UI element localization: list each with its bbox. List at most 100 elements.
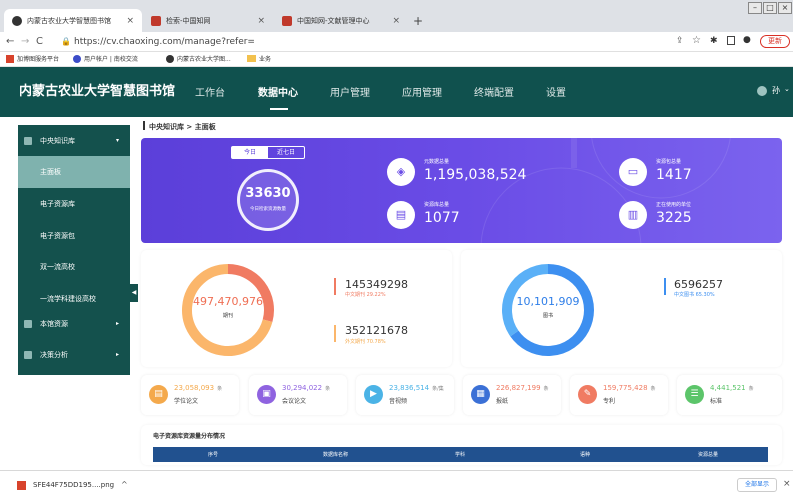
toggle-today[interactable]: 今日	[232, 147, 268, 158]
stat-card-patent[interactable]: ✎ 159,775,428 条 专利	[570, 375, 668, 415]
chevron-up-icon[interactable]: ^	[121, 480, 128, 489]
sidebar-group-decision-analysis[interactable]: 决策分析	[18, 339, 130, 371]
back-icon[interactable]: ←	[6, 36, 14, 47]
sidebar-group-local-resources[interactable]: 本馆资源	[18, 308, 130, 340]
nav-settings[interactable]: 设置	[546, 84, 566, 99]
sidebar-item-double-first-class[interactable]: 双一流高校	[18, 251, 130, 283]
profile-icon[interactable]: ●	[743, 35, 751, 45]
url-input[interactable]: https://cv.chaoxing.com/manage?refer=	[74, 35, 514, 49]
chrome-favicon-icon	[12, 15, 22, 26]
sidepanel-icon[interactable]	[727, 36, 735, 45]
close-tab-icon[interactable]: ×	[257, 16, 265, 26]
nav-app-management[interactable]: 应用管理	[402, 84, 442, 99]
donut-center-value: 10,101,909	[516, 295, 580, 308]
nav-workbench[interactable]: 工作台	[195, 84, 225, 99]
stat-card-conference[interactable]: ▣ 30,294,022 条 会议论文	[249, 375, 347, 415]
lock-icon[interactable]: 🔒	[61, 37, 71, 46]
browser-tab-active[interactable]: 内蒙古农业大学智慧图书馆 ×	[4, 9, 142, 32]
column-header[interactable]: 序号	[208, 451, 218, 458]
bookmark-item[interactable]: 加博图服务平台	[17, 52, 59, 67]
column-header[interactable]: 数据库名称	[323, 451, 348, 458]
stat-unit: 条/集	[432, 386, 444, 392]
cnki-favicon-icon	[151, 15, 161, 26]
metric-label: 资源库总量	[424, 202, 450, 208]
sidebar-collapse-toggle[interactable]: ◀	[130, 284, 138, 302]
stat-card-newspaper[interactable]: ▦ 226,827,199 条 报纸	[463, 375, 561, 415]
stat-label: 标准	[710, 398, 723, 405]
slice-percent: 中文期刊 29.22%	[345, 292, 386, 298]
bookmark-favicon-icon	[166, 55, 174, 63]
legend-bar	[664, 278, 666, 295]
metric-label: 正在使用的单位	[656, 202, 692, 208]
date-toggle: 今日 近七日	[231, 146, 305, 159]
stat-value: 23,058,093	[174, 384, 215, 392]
stat-card-standard[interactable]: ☰ 4,441,521 条 标准	[677, 375, 782, 415]
column-header[interactable]: 学科	[455, 451, 465, 458]
maximize-icon[interactable]: □	[763, 2, 777, 14]
bookmark-item[interactable]: 业务	[259, 52, 271, 67]
sidebar-item-e-resource-db[interactable]: 电子资源库	[18, 188, 130, 220]
nav-data-center[interactable]: 数据中心	[258, 84, 298, 99]
bookmark-item[interactable]: 用户帐户 | 南校交流	[84, 52, 138, 67]
donut-center-label: 图书	[542, 313, 553, 319]
forward-icon[interactable]: →	[21, 36, 29, 47]
nav-terminal-config[interactable]: 终端配置	[474, 84, 514, 99]
cnki-favicon-icon	[282, 15, 292, 26]
stat-label: 专利	[603, 398, 616, 405]
stat-card-thesis[interactable]: ▤ 23,058,093 条 学位论文	[141, 375, 239, 415]
sidebar-group-label: 本馆资源	[40, 320, 68, 328]
metric-value: 1077	[424, 210, 460, 226]
sidebar-group-central-kb[interactable]: 中央知识库	[18, 125, 130, 157]
slice-value: 352121678	[345, 324, 408, 337]
caret-right-icon[interactable]: ▸	[116, 320, 119, 327]
nav-user-management[interactable]: 用户管理	[330, 84, 370, 99]
app-title[interactable]: 内蒙古农业大学智慧图书馆	[19, 80, 175, 99]
extensions-icon[interactable]: ✱	[710, 36, 718, 46]
download-filename[interactable]: SFE44F75DD195....png	[33, 481, 114, 489]
bookmark-item[interactable]: 内蒙古农业大学图...	[177, 52, 231, 67]
show-all-button[interactable]: 全部显示	[737, 478, 777, 492]
slice-percent: 外文期刊 70.78%	[345, 339, 386, 345]
sidebar-item-main-panel[interactable]: 主面板	[18, 156, 130, 188]
today-count-label: 今日检索资源数量	[250, 207, 286, 212]
stat-unit: 条	[748, 386, 754, 392]
conference-icon: ▣	[257, 385, 276, 404]
update-button[interactable]: 更新	[760, 35, 790, 48]
toggle-last7days[interactable]: 近七日	[268, 147, 304, 158]
close-download-bar-icon[interactable]: ×	[783, 479, 791, 489]
patent-icon: ✎	[578, 385, 597, 404]
share-icon[interactable]: ⇪	[676, 36, 684, 46]
stat-label: 报纸	[496, 398, 509, 405]
slice-percent: 中文图书 65.30%	[674, 292, 715, 298]
avatar[interactable]	[757, 86, 767, 96]
browser-tab[interactable]: 检索-中国知网 ×	[143, 9, 273, 32]
caret-down-icon[interactable]: ▾	[116, 137, 119, 144]
newspaper-icon: ▦	[471, 385, 490, 404]
folder-icon	[247, 55, 256, 62]
table-header: 序号 数据库名称 学科 语种 资源总量	[153, 447, 768, 462]
sidebar-item-e-resource-pack[interactable]: 电子资源包	[18, 220, 130, 252]
column-header[interactable]: 语种	[580, 451, 590, 458]
stat-value: 159,775,428	[603, 384, 648, 392]
folder-icon: ▭	[619, 158, 647, 186]
chevron-down-icon[interactable]: ⌄	[784, 85, 790, 93]
user-name[interactable]: 孙	[772, 85, 780, 96]
reload-icon[interactable]: C	[36, 36, 43, 47]
minimize-icon[interactable]: –	[748, 2, 762, 14]
thesis-icon: ▤	[149, 385, 168, 404]
legend-bar	[334, 278, 336, 295]
stat-value: 23,836,514	[389, 384, 430, 392]
metric-value: 1417	[656, 167, 692, 183]
close-tab-icon[interactable]: ×	[126, 16, 134, 26]
metric-label: 资源包总量	[656, 159, 682, 165]
stat-card-video[interactable]: ▶ 23,836,514 条/集 音视频	[356, 375, 454, 415]
close-window-icon[interactable]: ×	[778, 2, 792, 14]
caret-right-icon[interactable]: ▸	[116, 351, 119, 358]
column-header[interactable]: 资源总量	[698, 451, 718, 458]
browser-tab[interactable]: 中国知网-文献管理中心 ×	[274, 9, 408, 32]
new-tab-button[interactable]: +	[413, 14, 423, 28]
close-tab-icon[interactable]: ×	[392, 16, 400, 26]
bookmark-star-icon[interactable]: ☆	[692, 35, 701, 46]
metric-label: 元数据总量	[424, 159, 450, 165]
metric-value: 1,195,038,524	[424, 167, 527, 183]
